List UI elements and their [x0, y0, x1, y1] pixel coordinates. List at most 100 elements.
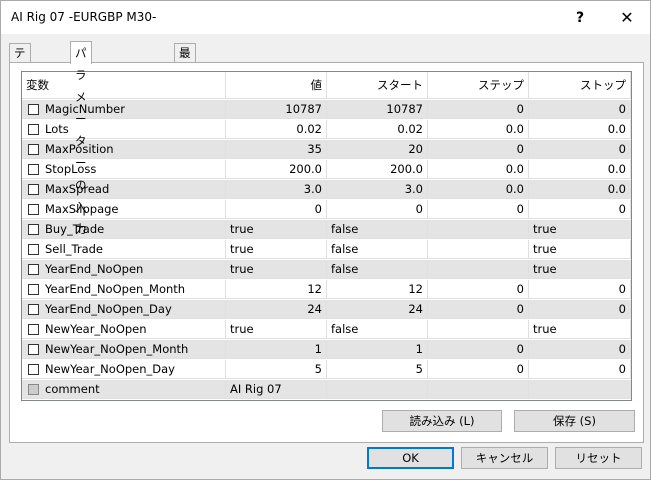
window-title: AI Rig 07 -EURGBP M30-	[11, 10, 157, 24]
header-step[interactable]: ステップ	[428, 72, 529, 99]
param-name-cell: MaxSpread	[22, 180, 226, 199]
param-value[interactable]: AI Rig 07	[226, 380, 327, 399]
optimize-checkbox[interactable]	[28, 104, 39, 115]
close-button[interactable]: ✕	[604, 1, 650, 34]
optimize-checkbox[interactable]	[28, 204, 39, 215]
param-step[interactable]: 0.0	[428, 120, 529, 139]
param-stop[interactable]: 0	[529, 140, 631, 159]
param-step[interactable]: 0	[428, 200, 529, 219]
param-stop[interactable]: 0	[529, 200, 631, 219]
param-start[interactable]	[327, 380, 428, 399]
param-value[interactable]: true	[226, 320, 327, 339]
optimize-checkbox[interactable]	[28, 264, 39, 275]
param-value[interactable]: true	[226, 260, 327, 279]
param-start[interactable]: 0	[327, 200, 428, 219]
param-stop[interactable]: 0	[529, 300, 631, 319]
param-name: YearEnd_NoOpen_Day	[45, 302, 172, 316]
param-step[interactable]	[428, 380, 529, 399]
param-value[interactable]: 3.0	[226, 180, 327, 199]
param-step[interactable]	[428, 260, 529, 279]
param-value[interactable]: 12	[226, 280, 327, 299]
param-start[interactable]: false	[327, 260, 428, 279]
param-start[interactable]: 10787	[327, 100, 428, 119]
tab-parameters[interactable]: パラメーターの入力	[70, 41, 92, 236]
header-start[interactable]: スタート	[327, 72, 428, 99]
header-value[interactable]: 値	[226, 72, 327, 99]
optimize-checkbox[interactable]	[28, 184, 39, 195]
param-start[interactable]: 5	[327, 360, 428, 379]
param-step[interactable]	[428, 220, 529, 239]
param-step[interactable]	[428, 240, 529, 259]
param-start[interactable]: 3.0	[327, 180, 428, 199]
param-row-8: YearEnd_NoOpen true false true	[22, 260, 631, 280]
param-stop[interactable]: 0.0	[529, 180, 631, 199]
param-value[interactable]: true	[226, 240, 327, 259]
param-value[interactable]: 35	[226, 140, 327, 159]
param-value[interactable]: 1	[226, 340, 327, 359]
param-value[interactable]: 0.02	[226, 120, 327, 139]
optimize-checkbox[interactable]	[28, 144, 39, 155]
param-value[interactable]: 24	[226, 300, 327, 319]
param-start[interactable]: 200.0	[327, 160, 428, 179]
param-stop[interactable]	[529, 380, 631, 399]
param-name: Lots	[45, 122, 69, 136]
optimize-checkbox[interactable]	[28, 384, 39, 395]
param-start[interactable]: 0.02	[327, 120, 428, 139]
param-step[interactable]: 0	[428, 140, 529, 159]
ok-button[interactable]: OK	[367, 447, 454, 469]
param-start[interactable]: 12	[327, 280, 428, 299]
param-step[interactable]: 0	[428, 340, 529, 359]
param-start[interactable]: false	[327, 240, 428, 259]
param-step[interactable]: 0	[428, 100, 529, 119]
param-name-cell: StopLoss	[22, 160, 226, 179]
param-stop[interactable]: 0	[529, 360, 631, 379]
param-step[interactable]: 0.0	[428, 160, 529, 179]
param-stop[interactable]: true	[529, 320, 631, 339]
param-start[interactable]: 20	[327, 140, 428, 159]
save-button[interactable]: 保存 (S)	[514, 410, 635, 432]
param-value[interactable]: 0	[226, 200, 327, 219]
param-step[interactable]: 0	[428, 280, 529, 299]
cancel-button[interactable]: キャンセル	[461, 447, 548, 469]
optimize-checkbox[interactable]	[28, 344, 39, 355]
header-variable[interactable]: 変数	[22, 72, 226, 99]
param-step[interactable]	[428, 320, 529, 339]
optimize-checkbox[interactable]	[28, 304, 39, 315]
optimize-checkbox[interactable]	[28, 324, 39, 335]
param-stop[interactable]: 0	[529, 340, 631, 359]
param-stop[interactable]: true	[529, 220, 631, 239]
reset-button[interactable]: リセット	[555, 447, 642, 469]
param-step[interactable]: 0.0	[428, 180, 529, 199]
param-name-cell: MagicNumber	[22, 100, 226, 119]
param-step[interactable]: 0	[428, 300, 529, 319]
param-stop[interactable]: true	[529, 260, 631, 279]
param-value[interactable]: 5	[226, 360, 327, 379]
load-button[interactable]: 読み込み (L)	[382, 410, 502, 432]
tab-optimization[interactable]: 最適化	[174, 43, 196, 98]
param-value[interactable]: 200.0	[226, 160, 327, 179]
optimize-checkbox[interactable]	[28, 124, 39, 135]
param-stop[interactable]: 0	[529, 280, 631, 299]
param-start[interactable]: false	[327, 320, 428, 339]
param-start[interactable]: 24	[327, 300, 428, 319]
optimize-checkbox[interactable]	[28, 284, 39, 295]
param-stop[interactable]: 0.0	[529, 160, 631, 179]
param-start[interactable]: 1	[327, 340, 428, 359]
param-stop[interactable]: 0.0	[529, 120, 631, 139]
help-button[interactable]: ?	[557, 1, 603, 34]
param-row-3: StopLoss 200.0 200.0 0.0 0.0	[22, 160, 631, 180]
param-step[interactable]: 0	[428, 360, 529, 379]
param-row-14: comment AI Rig 07	[22, 380, 631, 400]
optimize-checkbox[interactable]	[28, 164, 39, 175]
param-stop[interactable]: 0	[529, 100, 631, 119]
param-name: Sell_Trade	[45, 242, 103, 256]
param-value[interactable]: true	[226, 220, 327, 239]
optimize-checkbox[interactable]	[28, 364, 39, 375]
param-value[interactable]: 10787	[226, 100, 327, 119]
tab-test-settings[interactable]: テスト設定	[9, 43, 31, 136]
param-stop[interactable]: true	[529, 240, 631, 259]
optimize-checkbox[interactable]	[28, 224, 39, 235]
header-stop[interactable]: ストップ	[529, 72, 631, 99]
optimize-checkbox[interactable]	[28, 244, 39, 255]
param-start[interactable]: false	[327, 220, 428, 239]
